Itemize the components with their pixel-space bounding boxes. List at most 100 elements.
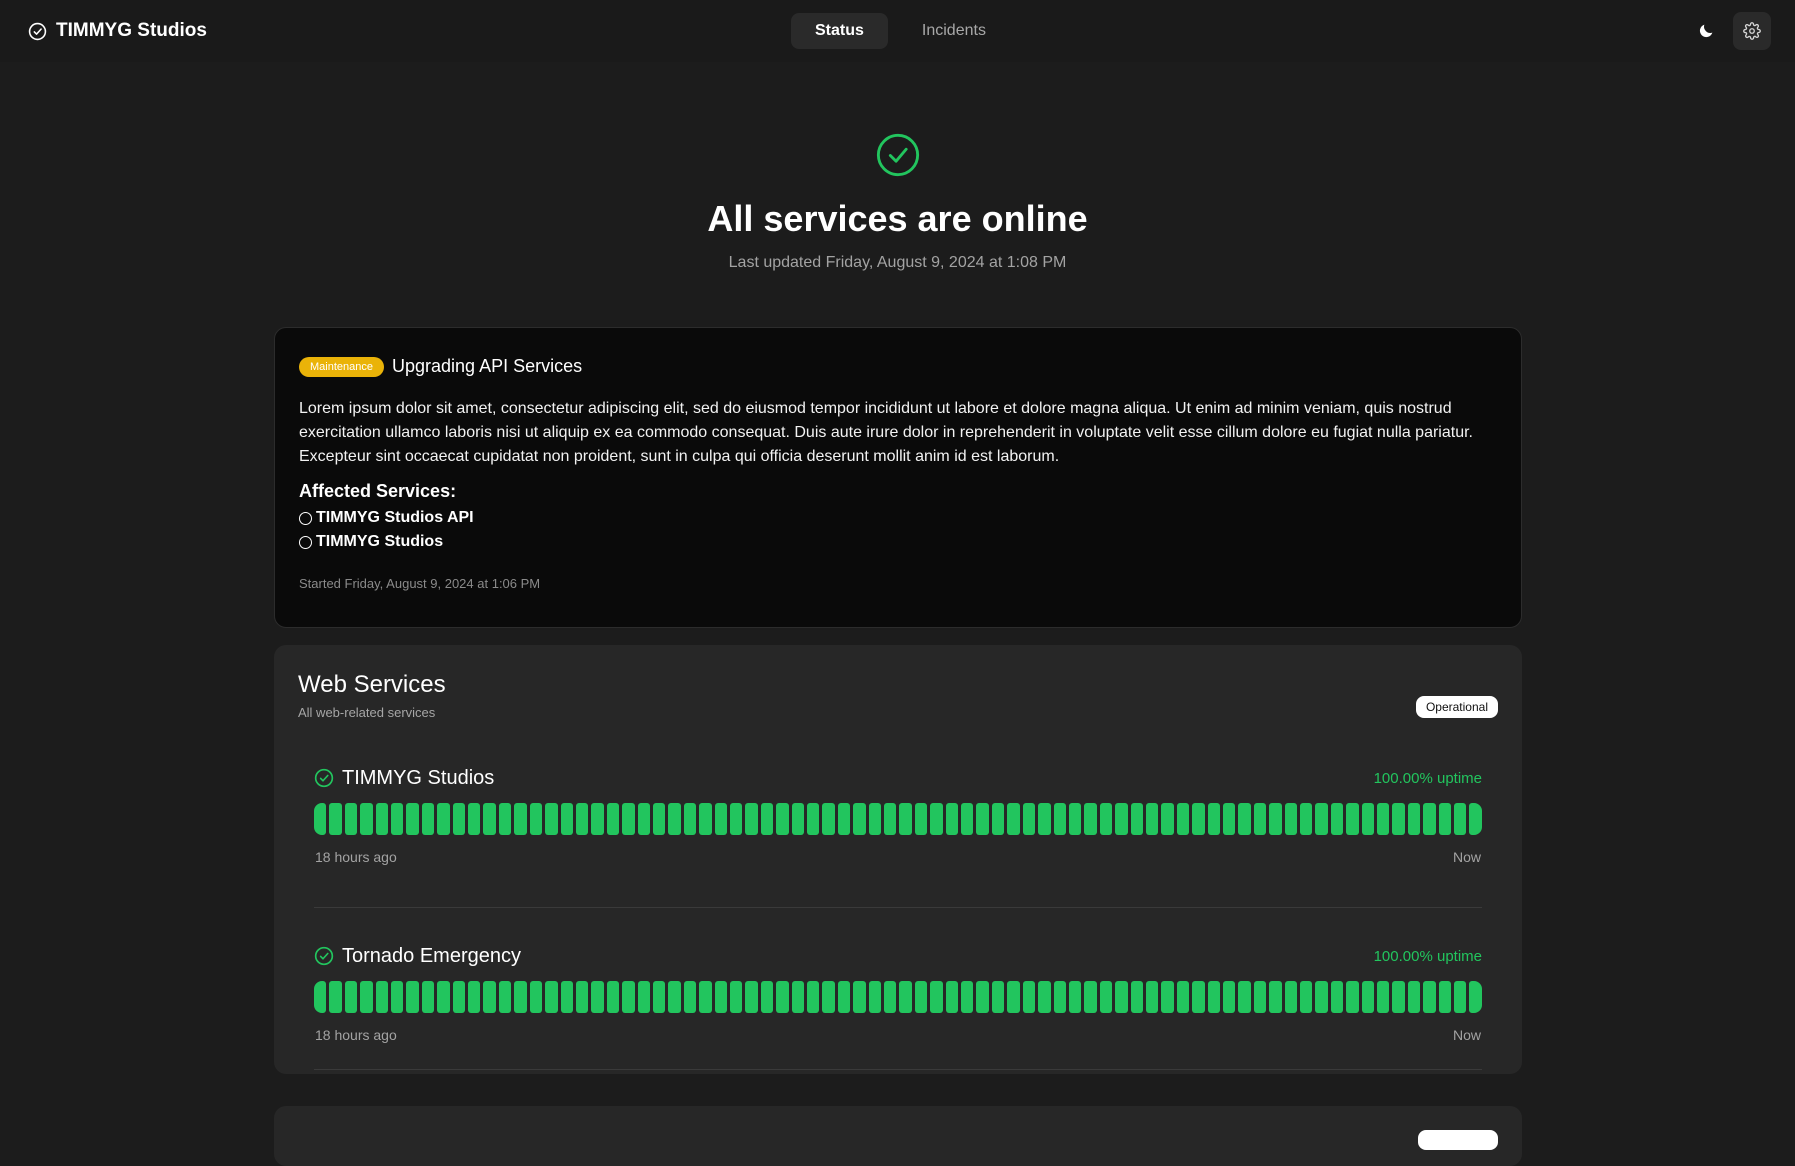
uptime-bar-segment[interactable] — [1438, 803, 1452, 835]
uptime-bar-segment[interactable] — [1130, 803, 1143, 835]
uptime-bar-segment[interactable] — [1130, 981, 1143, 1013]
uptime-bar-segment[interactable] — [391, 803, 404, 835]
uptime-bar-segment[interactable] — [1315, 981, 1328, 1013]
uptime-bar-segment[interactable] — [961, 981, 974, 1013]
uptime-bar-segment[interactable] — [884, 803, 897, 835]
uptime-bar-segment[interactable] — [1207, 803, 1220, 835]
uptime-bar-segment[interactable] — [945, 981, 959, 1013]
uptime-bar-segment[interactable] — [853, 803, 866, 835]
uptime-bar-segment[interactable] — [1346, 981, 1359, 1013]
uptime-bar-segment[interactable] — [1007, 981, 1020, 1013]
uptime-bar-segment[interactable] — [622, 981, 635, 1013]
uptime-bar-segment[interactable] — [899, 803, 912, 835]
uptime-bar-segment[interactable] — [776, 981, 789, 1013]
uptime-bar-segment[interactable] — [1438, 981, 1452, 1013]
uptime-bar-segment[interactable] — [776, 803, 789, 835]
uptime-bar-segment[interactable] — [545, 981, 558, 1013]
uptime-bar-segment[interactable] — [483, 803, 496, 835]
uptime-bar-segment[interactable] — [1099, 981, 1113, 1013]
uptime-bar-segment[interactable] — [1022, 803, 1036, 835]
uptime-bar-segment[interactable] — [575, 803, 589, 835]
uptime-bar-segment[interactable] — [1361, 981, 1375, 1013]
uptime-bar-segment[interactable] — [668, 803, 681, 835]
uptime-bar-segment[interactable] — [1300, 981, 1313, 1013]
uptime-bar-segment[interactable] — [1361, 803, 1375, 835]
uptime-bar-segment[interactable] — [529, 803, 543, 835]
uptime-bar-segment[interactable] — [1161, 803, 1174, 835]
uptime-bar-segment[interactable] — [807, 803, 820, 835]
uptime-bar-segment[interactable] — [1222, 803, 1236, 835]
uptime-bar-segment[interactable] — [1423, 981, 1436, 1013]
uptime-bar-segment[interactable] — [760, 981, 774, 1013]
uptime-bar-segment[interactable] — [699, 981, 712, 1013]
uptime-bar-segment[interactable] — [1007, 803, 1020, 835]
uptime-bar-segment[interactable] — [1269, 803, 1282, 835]
uptime-bar-segment[interactable] — [1238, 981, 1251, 1013]
uptime-bar-segment[interactable] — [452, 803, 466, 835]
uptime-bar-segment[interactable] — [1038, 803, 1051, 835]
uptime-bar-segment[interactable] — [498, 803, 512, 835]
uptime-bar-segment[interactable] — [884, 981, 897, 1013]
uptime-bar-segment[interactable] — [1099, 803, 1113, 835]
uptime-bar-segment[interactable] — [745, 803, 758, 835]
uptime-bar-segment[interactable] — [514, 803, 527, 835]
uptime-bar-segment[interactable] — [1269, 981, 1282, 1013]
uptime-bar-segment[interactable] — [421, 803, 435, 835]
uptime-bar-segment[interactable] — [914, 981, 928, 1013]
uptime-bar-segment[interactable] — [375, 803, 389, 835]
uptime-bar-segment[interactable] — [837, 803, 851, 835]
uptime-bar-segment[interactable] — [1192, 981, 1205, 1013]
uptime-bar-segment[interactable] — [529, 981, 543, 1013]
uptime-bar-segment[interactable] — [1115, 981, 1128, 1013]
uptime-bar-segment[interactable] — [652, 981, 666, 1013]
uptime-bar-segment[interactable] — [1454, 803, 1467, 835]
uptime-bar-segment[interactable] — [1068, 981, 1082, 1013]
uptime-bar-segment[interactable] — [375, 981, 389, 1013]
uptime-bar-segment[interactable] — [699, 803, 712, 835]
uptime-bar-segment[interactable] — [1392, 803, 1405, 835]
uptime-bar-segment[interactable] — [314, 803, 327, 835]
uptime-bar-segment[interactable] — [329, 803, 342, 835]
uptime-bar-segment[interactable] — [1192, 803, 1205, 835]
uptime-bar-segment[interactable] — [1084, 803, 1097, 835]
uptime-bar-segment[interactable] — [1330, 981, 1344, 1013]
uptime-bar-segment[interactable] — [1038, 981, 1051, 1013]
uptime-bar-segment[interactable] — [652, 803, 666, 835]
uptime-bar-segment[interactable] — [421, 981, 435, 1013]
uptime-bar-segment[interactable] — [1346, 803, 1359, 835]
uptime-bar-segment[interactable] — [1469, 803, 1482, 835]
uptime-bar-segment[interactable] — [899, 981, 912, 1013]
uptime-bar-segment[interactable] — [1330, 803, 1344, 835]
uptime-bar-segment[interactable] — [976, 803, 989, 835]
uptime-bar-segment[interactable] — [1423, 803, 1436, 835]
uptime-bar-segment[interactable] — [344, 803, 358, 835]
uptime-bar-segment[interactable] — [360, 981, 373, 1013]
uptime-bar-segment[interactable] — [329, 981, 342, 1013]
uptime-bar-segment[interactable] — [991, 803, 1005, 835]
uptime-bar-segment[interactable] — [961, 803, 974, 835]
uptime-bar-segment[interactable] — [760, 803, 774, 835]
uptime-bar-segment[interactable] — [1053, 803, 1066, 835]
uptime-bar-segment[interactable] — [837, 981, 851, 1013]
uptime-bar-segment[interactable] — [930, 803, 943, 835]
uptime-bar-segment[interactable] — [637, 981, 650, 1013]
uptime-bar-segment[interactable] — [1207, 981, 1220, 1013]
tab-incidents[interactable]: Incidents — [898, 13, 1010, 49]
uptime-bar-segment[interactable] — [560, 981, 573, 1013]
uptime-bar-segment[interactable] — [1145, 803, 1159, 835]
uptime-bar-segment[interactable] — [637, 803, 650, 835]
uptime-bar-segment[interactable] — [498, 981, 512, 1013]
uptime-bar-segment[interactable] — [468, 803, 481, 835]
uptime-bar-segment[interactable] — [745, 981, 758, 1013]
uptime-bar-segment[interactable] — [822, 981, 835, 1013]
uptime-bar-segment[interactable] — [1407, 803, 1421, 835]
uptime-bar-segment[interactable] — [314, 981, 327, 1013]
uptime-bar-segment[interactable] — [991, 981, 1005, 1013]
uptime-bar-segment[interactable] — [560, 803, 573, 835]
uptime-bar-segment[interactable] — [622, 803, 635, 835]
uptime-bar-segment[interactable] — [1284, 803, 1297, 835]
uptime-bar-segment[interactable] — [1145, 981, 1159, 1013]
uptime-bar-segment[interactable] — [591, 803, 604, 835]
uptime-bar-segment[interactable] — [1392, 981, 1405, 1013]
uptime-bar-segment[interactable] — [1222, 981, 1236, 1013]
